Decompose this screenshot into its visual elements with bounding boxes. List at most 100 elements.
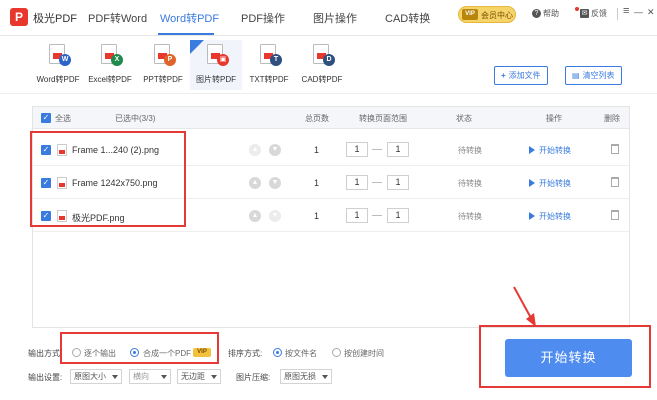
add-file-button[interactable]: + 添加文件 (494, 66, 548, 85)
tab-cad-convert[interactable]: CAD转换 (385, 10, 430, 26)
file-name: Frame 1...240 (2).png (72, 145, 160, 155)
chevron-down-icon (161, 375, 167, 379)
orientation-select[interactable]: 横向 (129, 369, 171, 384)
page-to-input[interactable]: 1 (387, 142, 409, 157)
page-count: 1 (314, 178, 320, 188)
page-from-input[interactable]: 1 (346, 208, 368, 223)
help-icon: ? (532, 9, 541, 19)
play-icon (529, 179, 535, 187)
conversion-tools-bar: W Word转PDF X Excel转PDF P PPT转PDF ▣ 图片转PD… (0, 36, 657, 94)
start-convert-link[interactable]: 开始转换 (529, 145, 571, 156)
page-to-input[interactable]: 1 (387, 208, 409, 223)
row-status: 待转换 (458, 179, 482, 188)
row-checkbox[interactable]: ✓ (41, 145, 51, 155)
status-header: 状态 (456, 114, 472, 123)
image-file-icon (57, 210, 67, 222)
app-title: 极光PDF (33, 13, 77, 25)
page-from-input[interactable]: 1 (346, 175, 368, 190)
close-icon[interactable]: ✕ (647, 7, 655, 18)
trash-icon[interactable] (611, 144, 619, 154)
app-logo: P (10, 8, 28, 26)
sort-by-time-label[interactable]: 按创建时间 (344, 348, 384, 359)
output-mode-label: 输出方式: (28, 349, 63, 358)
row-status: 待转换 (458, 146, 482, 155)
output-settings-label: 输出设置: (28, 373, 63, 382)
active-tab-indicator (158, 33, 214, 35)
row-status: 待转换 (458, 212, 482, 221)
feedback-label: 反馈 (591, 9, 607, 18)
move-down-icon[interactable]: ▼ (269, 177, 281, 189)
selected-count: 已选中(3/3) (115, 114, 156, 123)
page-count: 1 (314, 145, 320, 155)
image-compress-select[interactable]: 原图无损 (280, 369, 332, 384)
start-convert-label: 开始转换 (539, 179, 571, 188)
page-size-value: 原图大小 (74, 372, 106, 381)
excel-badge-icon: X (111, 54, 123, 66)
page-from-input[interactable]: 1 (346, 142, 368, 157)
trash-icon[interactable] (611, 210, 619, 220)
tool-label: CAD转PDF (301, 75, 343, 84)
tab-word-to-pdf[interactable]: Word转PDF (160, 10, 219, 26)
sort-by-name-label[interactable]: 按文件名 (285, 348, 317, 359)
tool-word-to-pdf[interactable]: W Word转PDF (32, 40, 84, 90)
page-size-select[interactable]: 原图大小 (70, 369, 122, 384)
txt-badge-icon: T (270, 54, 282, 66)
clear-list-icon: ▤ (572, 71, 580, 80)
margin-select[interactable]: 无边距 (177, 369, 221, 384)
tab-pdf-operations[interactable]: PDF操作 (241, 10, 285, 26)
image-compress-value: 原图无损 (284, 372, 316, 381)
tool-ppt-to-pdf[interactable]: P PPT转PDF (137, 40, 189, 90)
file-row[interactable]: ✓ Frame 1242x750.png ▲ ▼ 1 1 1 待转换 开始转换 (33, 167, 629, 199)
range-dash (372, 182, 382, 183)
margin-value: 无边距 (181, 372, 205, 381)
tool-cad-to-pdf[interactable]: D CAD转PDF (296, 40, 348, 90)
page-to-input[interactable]: 1 (387, 175, 409, 190)
vip-center-label: 会员中心 (481, 11, 513, 20)
tab-pdf-to-word[interactable]: PDF转Word (88, 10, 147, 26)
actions-header: 操作 (546, 114, 562, 123)
menu-icon[interactable]: ≡ (623, 5, 629, 17)
start-convert-button[interactable]: 开始转换 (505, 339, 632, 377)
output-merge-label[interactable]: 合成一个PDF (143, 348, 191, 359)
chevron-down-icon (211, 375, 217, 379)
move-up-icon[interactable]: ▲ (249, 177, 261, 189)
output-each-radio[interactable] (72, 348, 81, 357)
move-down-icon[interactable]: ▼ (269, 144, 281, 156)
trash-icon[interactable] (611, 177, 619, 187)
cad-badge-icon: D (323, 54, 335, 66)
file-name: 极光PDF.png (72, 213, 125, 223)
move-down-icon[interactable]: ▼ (269, 210, 281, 222)
start-convert-link[interactable]: 开始转换 (529, 211, 571, 222)
help-button[interactable]: ? 帮助 (532, 8, 559, 19)
sort-by-name-radio[interactable] (273, 348, 282, 357)
tab-image-operations[interactable]: 图片操作 (313, 10, 357, 26)
toolbar-divider (617, 8, 618, 20)
file-row[interactable]: ✓ Frame 1...240 (2).png ▲ ▼ 1 1 1 待转换 开始… (33, 134, 629, 166)
vip-center-button[interactable]: VIP 会员中心 (458, 6, 516, 23)
move-up-icon[interactable]: ▲ (249, 144, 261, 156)
help-label: 帮助 (543, 9, 559, 18)
vip-tag-icon: VIP (193, 348, 211, 357)
output-each-label[interactable]: 逐个输出 (84, 348, 116, 359)
row-checkbox[interactable]: ✓ (41, 211, 51, 221)
range-dash (372, 215, 382, 216)
select-all-checkbox[interactable]: ✓ (41, 113, 51, 123)
minimize-icon[interactable]: — (634, 7, 643, 17)
clear-list-button[interactable]: ▤ 清空列表 (565, 66, 622, 85)
page-count: 1 (314, 211, 320, 221)
tool-image-to-pdf[interactable]: ▣ 图片转PDF (190, 40, 242, 90)
tool-excel-to-pdf[interactable]: X Excel转PDF (84, 40, 136, 90)
row-checkbox[interactable]: ✓ (41, 178, 51, 188)
feedback-icon: ✉ (580, 9, 589, 19)
feedback-button[interactable]: ✉ 反馈 (580, 8, 607, 19)
start-convert-link[interactable]: 开始转换 (529, 178, 571, 189)
sort-mode-label: 排序方式: (228, 349, 263, 358)
sort-by-time-radio[interactable] (332, 348, 341, 357)
output-merge-radio[interactable] (130, 348, 139, 357)
move-up-icon[interactable]: ▲ (249, 210, 261, 222)
vip-crown-icon: VIP (462, 9, 478, 20)
select-all-label[interactable]: 全选 (55, 113, 71, 124)
file-name: Frame 1242x750.png (72, 178, 158, 188)
file-row[interactable]: ✓ 极光PDF.png ▲ ▼ 1 1 1 待转换 开始转换 (33, 200, 629, 232)
tool-txt-to-pdf[interactable]: T TXT转PDF (243, 40, 295, 90)
